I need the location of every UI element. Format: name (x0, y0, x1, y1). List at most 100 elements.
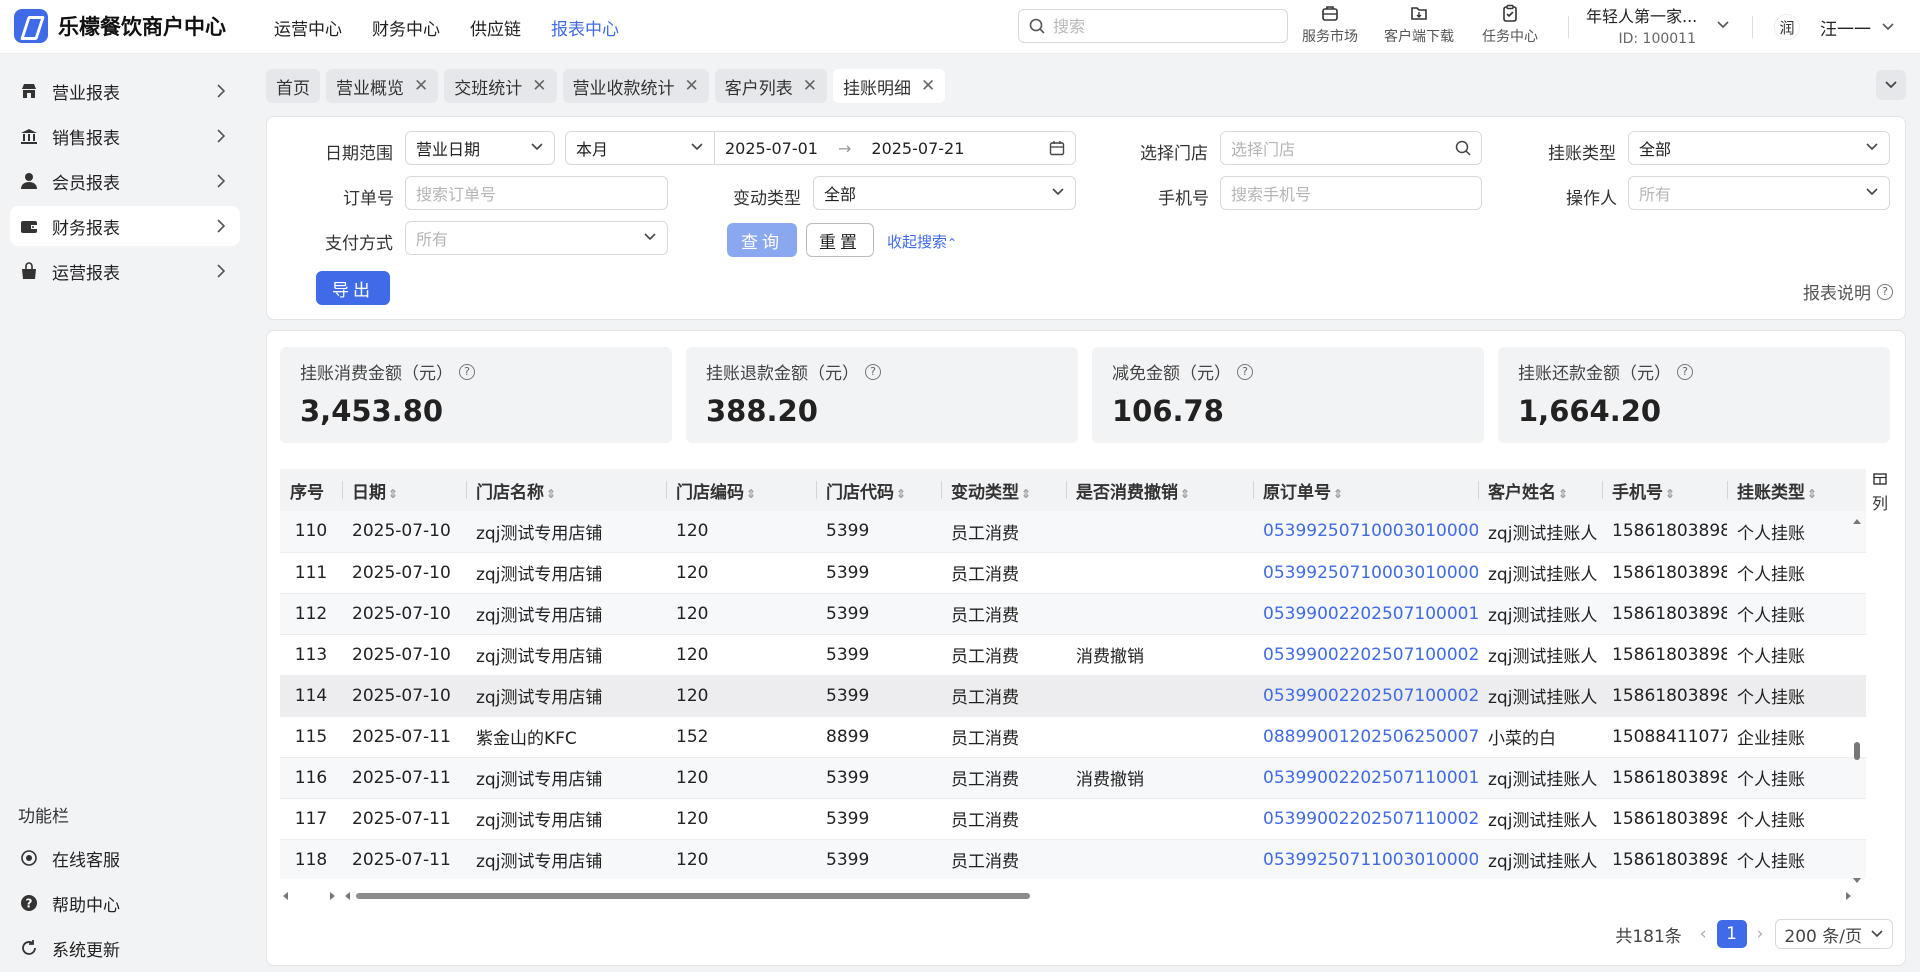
column-header-change-type[interactable]: 变动类型 ⇕ (941, 469, 1066, 511)
tab-business-overview[interactable]: 营业概览 ✕ (326, 69, 439, 103)
help-icon[interactable]: ? (1677, 363, 1693, 380)
column-header-phone[interactable]: 手机号 ⇕ (1602, 469, 1727, 511)
table-row[interactable]: 112 2025-07-10 zqj测试专用店铺 120 5399 员工消费 0539900… (280, 593, 1866, 635)
export-button[interactable]: 导出 (316, 271, 390, 305)
credit-type-select[interactable]: 全部 (1628, 131, 1890, 165)
store-select[interactable]: 选择门店 (1220, 131, 1482, 165)
query-button[interactable]: 查询 (727, 223, 797, 257)
column-header-date[interactable]: 日期 ⇕ (342, 469, 466, 511)
table-row[interactable]: 113 2025-07-10 zqj测试专用店铺 120 5399 员工消费 消费撤销 053… (280, 634, 1866, 676)
column-header-is-revoked[interactable]: 是否消费撤销 ⇕ (1066, 469, 1253, 511)
cell-phone: 15861803898 (1602, 757, 1727, 799)
close-icon[interactable]: ✕ (921, 76, 935, 96)
page-1-button[interactable]: 1 (1716, 920, 1747, 948)
date-start: 2025-07-01 (725, 138, 818, 158)
sort-icon[interactable]: ⇕ (388, 487, 398, 501)
sort-icon[interactable]: ⇕ (1665, 487, 1675, 501)
cell-order-no[interactable]: 05399250711003010000 1 (1253, 839, 1478, 879)
cell-order-no[interactable]: 05399002202507100002 (1253, 634, 1478, 676)
column-header-customer-name[interactable]: 客户姓名 ⇕ (1478, 469, 1602, 511)
prev-page-icon[interactable]: ‹ (1700, 924, 1707, 944)
table-row[interactable]: 116 2025-07-11 zqj测试专用店铺 120 5399 员工消费 消费撤销 053… (280, 757, 1866, 799)
close-icon[interactable]: ✕ (532, 76, 546, 96)
topnav-reports[interactable]: 报表中心 (551, 15, 619, 40)
close-icon[interactable]: ✕ (685, 76, 699, 96)
sort-icon[interactable]: ⇕ (1558, 487, 1568, 501)
sidebar-item-sales-report[interactable]: 销售报表 (10, 116, 240, 156)
cell-order-no[interactable]: 05399002202507110002 (1253, 798, 1478, 840)
tabs-collapse-button[interactable] (1876, 70, 1906, 100)
sort-icon[interactable]: ⇕ (1180, 487, 1190, 501)
close-icon[interactable]: ✕ (414, 76, 428, 96)
date-range-picker[interactable]: 2025-07-01 → 2025-07-21 (714, 131, 1076, 165)
sidebar-item-finance-report[interactable]: 财务报表 (10, 206, 240, 246)
column-header-order-no[interactable]: 原订单号 ⇕ (1253, 469, 1478, 511)
sort-icon[interactable]: ⇕ (896, 487, 906, 501)
sort-icon[interactable]: ⇕ (1333, 487, 1343, 501)
sidebar-item-business-report[interactable]: 营业报表 (10, 71, 240, 111)
account-switcher[interactable]: 年轻人第一家... ID: 100011 (1586, 3, 1696, 47)
next-page-icon[interactable]: › (1757, 924, 1764, 944)
date-type-select[interactable]: 营业日期 (405, 131, 555, 165)
tab-shift-stats[interactable]: 交班统计 ✕ (444, 69, 557, 103)
service-market-button[interactable]: 服务市场 (1302, 4, 1358, 46)
sidebar-item-help-center[interactable]: ? 帮助中心 (10, 883, 240, 923)
cell-order-no[interactable]: 05399002202507100002 (1253, 675, 1478, 717)
help-icon[interactable]: ? (459, 363, 475, 380)
sidebar-item-online-service[interactable]: 在线客服 (10, 838, 240, 878)
column-header-store-code[interactable]: 门店编码 ⇕ (666, 469, 816, 511)
table-row[interactable]: 111 2025-07-10 zqj测试专用店铺 120 5399 员工消费 0539925… (280, 552, 1866, 594)
chevron-down-icon[interactable] (1716, 20, 1730, 30)
cell-order-no[interactable]: 05399002202507100001 (1253, 593, 1478, 635)
tab-home[interactable]: 首页 (266, 69, 320, 103)
topnav-supply-chain[interactable]: 供应链 (470, 15, 521, 40)
client-download-button[interactable]: 客户端下载 (1384, 4, 1454, 46)
period-select[interactable]: 本月 (565, 131, 715, 165)
tab-customer-list[interactable]: 客户列表 ✕ (714, 69, 827, 103)
table-row[interactable]: 117 2025-07-11 zqj测试专用店铺 120 5399 员工消费 0539900… (280, 798, 1866, 840)
cell-order-no[interactable]: 05399002202507110001 (1253, 757, 1478, 799)
page-size-select[interactable]: 200 条/页 (1775, 919, 1893, 949)
column-header-credit-type[interactable]: 挂账类型 ⇕ (1727, 469, 1866, 511)
task-center-button[interactable]: 任务中心 (1482, 4, 1538, 46)
horizontal-scrollbar[interactable] (280, 889, 1866, 903)
cell-order-no[interactable]: 08899001202506250007 (1253, 716, 1478, 758)
tab-collection-stats[interactable]: 营业收款统计 ✕ (562, 69, 709, 103)
sidebar-item-system-update[interactable]: 系统更新 (10, 928, 240, 968)
order-input[interactable]: 搜索订单号 (405, 176, 668, 210)
tab-credit-detail[interactable]: 挂账明细 ✕ (833, 69, 946, 103)
report-note-link[interactable]: 报表说明 ? (1803, 279, 1893, 304)
collapse-search-label: 收起搜索 (887, 233, 948, 251)
user-menu[interactable]: 润 汪一一 (1774, 14, 1895, 40)
phone-input[interactable]: 搜索手机号 (1220, 176, 1482, 210)
table-row[interactable]: 115 2025-07-11 紫金山的KFC 152 8899 员工消费 088990012… (280, 716, 1866, 758)
change-type-select[interactable]: 全部 (813, 176, 1076, 210)
table-row[interactable]: 118 2025-07-11 zqj测试专用店铺 120 5399 员工消费 0539925… (280, 839, 1866, 879)
column-settings-button[interactable]: 列 (1865, 471, 1895, 514)
topnav-finance[interactable]: 财务中心 (372, 15, 440, 40)
cell-order-no[interactable]: 05399250710003010000 1 (1253, 511, 1478, 553)
app-logo[interactable]: 乐檬餐饮商户中心 (14, 9, 226, 43)
help-icon[interactable]: ? (865, 363, 881, 380)
sort-icon[interactable]: ⇕ (1021, 487, 1031, 501)
payment-select[interactable]: 所有 (405, 221, 668, 255)
help-icon[interactable]: ? (1237, 363, 1253, 380)
sidebar-item-member-report[interactable]: 会员报表 (10, 161, 240, 201)
global-search-input[interactable] (1053, 16, 1253, 36)
table-row[interactable]: 114 2025-07-10 zqj测试专用店铺 120 5399 员工消费 0539900… (280, 675, 1866, 717)
topnav-operations[interactable]: 运营中心 (274, 15, 342, 40)
table-row[interactable]: 110 2025-07-10 zqj测试专用店铺 120 5399 员工消费 0539925… (280, 511, 1866, 553)
sort-icon[interactable]: ⇕ (546, 487, 556, 501)
collapse-search-link[interactable]: 收起搜索⌃ (887, 231, 957, 252)
column-header-store-name[interactable]: 门店名称 ⇕ (466, 469, 666, 511)
sidebar-item-operations-report[interactable]: 运营报表 (10, 251, 240, 291)
close-icon[interactable]: ✕ (803, 76, 817, 96)
global-search[interactable] (1018, 9, 1288, 43)
sort-icon[interactable]: ⇕ (1807, 487, 1817, 501)
column-header-store-id[interactable]: 门店代码 ⇕ (816, 469, 941, 511)
vertical-scrollbar[interactable] (1852, 516, 1862, 886)
reset-button[interactable]: 重置 (806, 223, 874, 257)
sort-icon[interactable]: ⇕ (746, 487, 756, 501)
operator-select[interactable]: 所有 (1628, 176, 1890, 210)
cell-order-no[interactable]: 05399250710003010000 3 (1253, 552, 1478, 594)
